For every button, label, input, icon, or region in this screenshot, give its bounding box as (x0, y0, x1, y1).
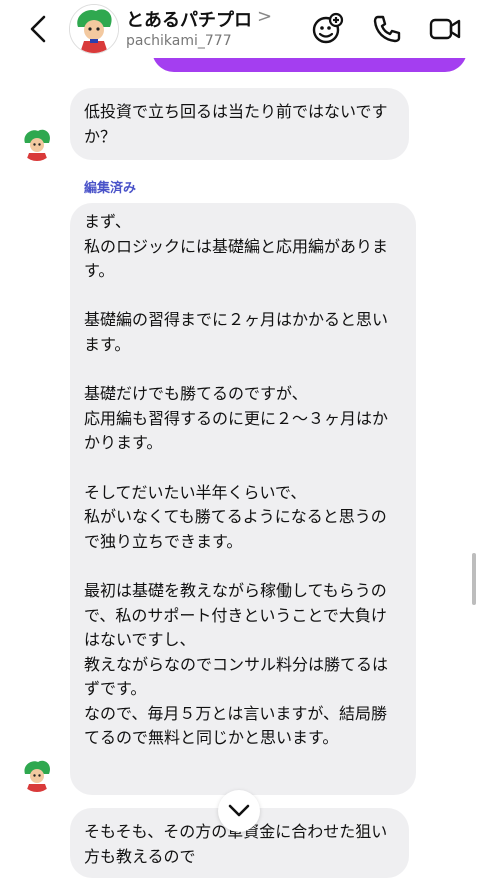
scroll-to-bottom-button[interactable] (218, 790, 260, 832)
profile-chevron-icon[interactable]: > (257, 6, 272, 27)
avatar-character-icon (70, 5, 118, 53)
back-chevron-left-icon[interactable] (24, 12, 54, 46)
avatar-character-icon (24, 129, 50, 161)
contact-username[interactable]: pachikami_777 (126, 33, 232, 49)
sender-avatar[interactable] (20, 127, 54, 161)
contact-display-name[interactable]: とあるパチプロ (126, 6, 252, 32)
received-message-bubble[interactable]: 低投資で立ち回るは当たり前ではないですか？ (70, 88, 409, 160)
chevron-down-icon (228, 804, 250, 817)
edited-label: 編集済み (84, 181, 137, 196)
video-camera-icon[interactable] (428, 12, 462, 46)
chat-header: とあるパチプロ > pachikami_777 (0, 0, 480, 58)
received-message-bubble[interactable]: まず、 私のロジックには基礎編と応用編があります。 基礎編の習得までに２ヶ月はか… (70, 203, 416, 795)
scrollbar[interactable] (472, 553, 476, 605)
face-effects-icon[interactable] (310, 12, 344, 46)
phone-icon[interactable] (370, 12, 404, 46)
avatar-character-icon (24, 760, 50, 792)
sender-avatar[interactable] (20, 758, 54, 792)
avatar[interactable] (69, 4, 119, 54)
